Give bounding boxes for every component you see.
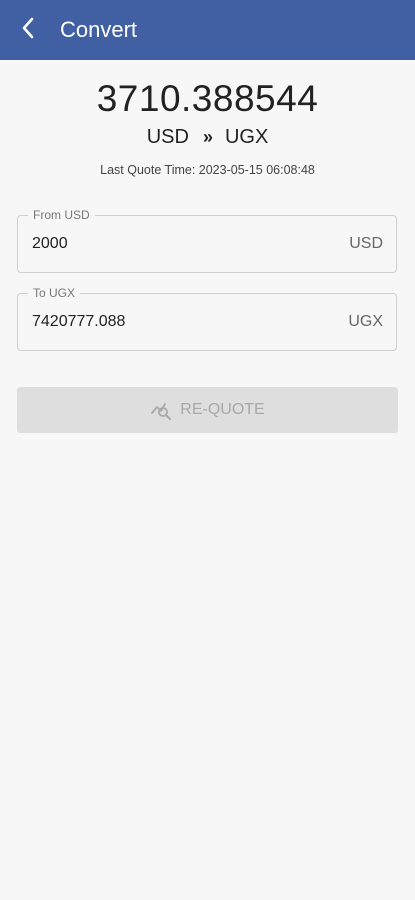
currency-pair: USD » UGX xyxy=(0,126,415,149)
app-header: Convert xyxy=(0,0,415,60)
from-amount-unit: USD xyxy=(349,235,383,252)
page-title: Convert xyxy=(60,17,138,42)
to-amount-field[interactable]: To UGX UGX xyxy=(17,286,397,351)
requote-label: RE-QUOTE xyxy=(180,401,265,418)
chevron-left-icon xyxy=(21,17,35,44)
double-chevron-right-icon: » xyxy=(202,127,213,147)
from-amount-field[interactable]: From USD USD xyxy=(17,208,397,273)
last-quote-time: Last Quote Time: 2023-05-15 06:08:48 xyxy=(100,163,315,177)
exchange-rate-value: 3710.388544 xyxy=(96,78,319,119)
from-amount-input[interactable] xyxy=(32,235,312,253)
to-amount-input[interactable] xyxy=(32,313,312,331)
from-currency-code: USD xyxy=(146,126,189,148)
to-amount-unit: UGX xyxy=(348,313,383,330)
to-amount-label: To UGX xyxy=(28,286,81,301)
back-button[interactable] xyxy=(0,0,56,60)
to-currency-code: UGX xyxy=(224,126,269,148)
from-amount-label: From USD xyxy=(28,208,95,223)
requote-button[interactable]: RE-QUOTE xyxy=(17,387,398,433)
chart-search-icon xyxy=(150,399,174,421)
